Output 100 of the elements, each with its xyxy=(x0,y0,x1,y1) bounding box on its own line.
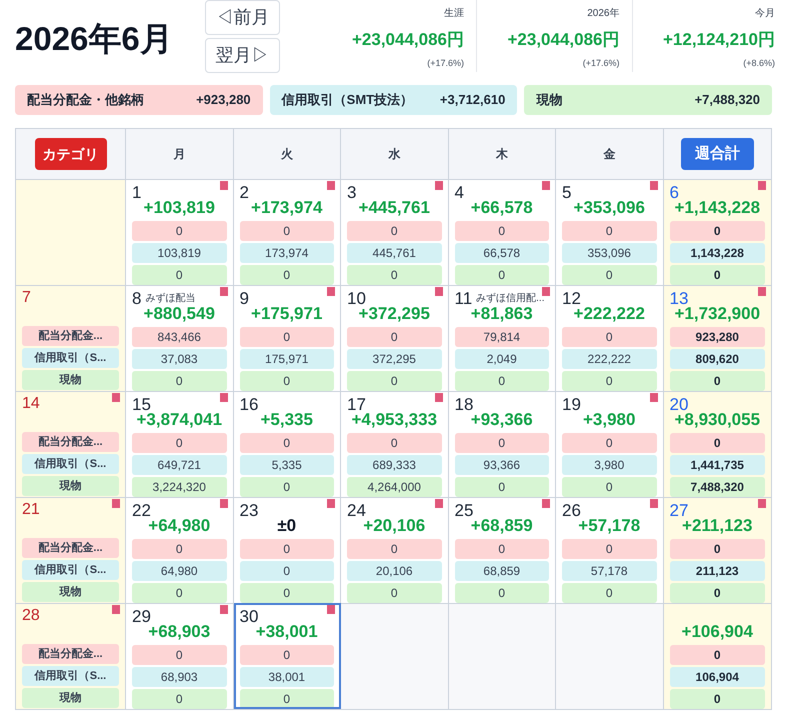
category-value: 0 xyxy=(347,371,442,391)
category-value: 0 xyxy=(670,645,765,665)
category-value: 0 xyxy=(347,433,442,453)
calendar-cell[interactable]: 26 +57,178 0 57,178 0 xyxy=(556,497,664,603)
month-nav-button[interactable]: 翌月▷ xyxy=(205,38,280,73)
category-value: 0 xyxy=(132,583,226,603)
calendar-cell[interactable]: 10 +372,295 0 372,295 0 xyxy=(341,285,448,391)
day-number: 23 xyxy=(240,502,258,520)
category-value: 7,488,320 xyxy=(670,477,765,497)
category-value: 0 xyxy=(562,221,656,241)
calendar-cell[interactable]: 18 +93,366 0 93,366 0 xyxy=(448,391,556,497)
category-value: 0 xyxy=(562,371,656,391)
day-number: 13 xyxy=(670,290,688,308)
category-value: 0 xyxy=(454,433,549,453)
weekly-total-button[interactable]: 週合計 xyxy=(680,138,754,170)
day-number: 15 xyxy=(132,396,151,414)
category-value: 4,264,000 xyxy=(347,477,442,497)
calendar-cell[interactable]: 8 みずほ配当 +880,549 843,466 37,083 0 xyxy=(126,285,234,391)
category-value: 0 xyxy=(670,265,765,285)
category-value: 20,106 xyxy=(347,561,442,581)
category-value: 0 xyxy=(240,689,334,709)
calendar-cell[interactable]: 16 +5,335 0 5,335 0 xyxy=(234,391,341,497)
day-number: 12 xyxy=(562,290,581,308)
calendar-cell[interactable]: 5 +353,096 0 353,096 0 xyxy=(556,179,664,285)
summary-percent: (+17.6%) xyxy=(582,56,620,70)
calendar-cell[interactable]: 15 +3,874,041 0 649,721 3,224,320 xyxy=(126,391,234,497)
calendar-cell[interactable]: 24 +20,106 0 20,106 0 xyxy=(341,497,448,603)
day-total: +64,980 xyxy=(147,517,212,537)
category-value: 0 xyxy=(240,645,334,665)
category-label: 信用取引（S... xyxy=(22,348,119,368)
day-number: 9 xyxy=(240,290,249,308)
category-value: 173,974 xyxy=(240,243,334,263)
calendar-cell[interactable]: 17 +4,953,333 0 689,333 4,264,000 xyxy=(341,391,448,497)
category-value: 0 xyxy=(670,539,765,559)
day-total: +57,178 xyxy=(578,517,642,537)
category-value: 37,083 xyxy=(132,349,226,369)
category-value: 5,335 xyxy=(240,455,334,475)
day-number: 5 xyxy=(562,184,572,202)
calendar-cell[interactable]: 25 +68,859 0 68,859 0 xyxy=(448,497,556,603)
day-total: +3,874,041 xyxy=(136,411,224,431)
category-value: 68,903 xyxy=(132,667,226,687)
calendar-cell[interactable]: 3 +445,761 0 445,761 0 xyxy=(341,179,448,285)
category-label: 配当分配金... xyxy=(22,644,119,664)
calendar-cell[interactable]: 9 +175,971 0 175,971 0 xyxy=(234,285,341,391)
day-total: +8,930,055 xyxy=(674,411,762,431)
day-total: +5,335 xyxy=(260,411,314,431)
category-value: 0 xyxy=(132,539,226,559)
category-value: 0 xyxy=(454,539,549,559)
category-button[interactable]: カテゴリ xyxy=(34,138,106,170)
category-label: 現物 xyxy=(536,91,562,110)
calendar-cell[interactable]: 22 +64,980 0 64,980 0 xyxy=(126,497,234,603)
category-value: 3,224,320 xyxy=(132,477,226,497)
category-value: 353,096 xyxy=(562,243,656,263)
category-label: 現物 xyxy=(22,476,119,496)
category-label: 配当分配金... xyxy=(22,538,119,558)
category-label: 現物 xyxy=(22,370,119,390)
summary-amount: +12,124,210円 xyxy=(662,29,775,51)
day-total: +106,904 xyxy=(680,623,754,643)
day-number: 6 xyxy=(670,184,679,202)
category-value: 0 xyxy=(670,371,765,391)
category-label: 信用取引（SMT技法） xyxy=(282,91,414,110)
day-number: 24 xyxy=(347,502,366,520)
category-value: 0 xyxy=(562,265,656,285)
category-value: 0 xyxy=(347,221,442,241)
day-number: 16 xyxy=(240,396,258,414)
category-value: 38,001 xyxy=(240,667,334,687)
category-value: 0 xyxy=(670,221,765,241)
day-number: 3 xyxy=(347,184,356,202)
summary-label: 2026年 xyxy=(587,7,620,21)
day-total: +372,295 xyxy=(358,305,431,325)
category-amount: +7,488,320 xyxy=(694,91,760,110)
category-value: 0 xyxy=(240,561,334,581)
category-label: 信用取引（S... xyxy=(22,666,119,686)
category-value: 0 xyxy=(562,433,656,453)
day-total: +93,366 xyxy=(470,411,534,431)
category-amount: +3,712,610 xyxy=(440,91,506,110)
category-value: 211,123 xyxy=(670,561,765,581)
weekday-header: 木 xyxy=(496,146,508,163)
category-value: 0 xyxy=(454,583,549,603)
category-value: 0 xyxy=(240,221,334,241)
calendar-cell[interactable]: 23 ±0 0 0 0 xyxy=(234,497,341,603)
calendar-cell[interactable]: 11 みずほ信用配... +81,863 79,814 2,049 0 xyxy=(448,285,556,391)
category-value: 0 xyxy=(670,583,765,603)
calendar-cell[interactable]: 4 +66,578 0 66,578 0 xyxy=(448,179,556,285)
calendar-cell[interactable]: 19 +3,980 0 3,980 0 xyxy=(556,391,664,497)
category-label: 現物 xyxy=(22,688,119,708)
calendar-cell[interactable]: 2 +173,974 0 173,974 0 xyxy=(234,179,341,285)
calendar-cell[interactable]: 1 +103,819 0 103,819 0 xyxy=(126,179,234,285)
calendar-cell[interactable]: 29 +68,903 0 68,903 0 xyxy=(126,603,234,709)
category-value: 445,761 xyxy=(347,243,442,263)
category-value: 0 xyxy=(347,583,442,603)
day-total: +68,859 xyxy=(470,517,534,537)
calendar-cell[interactable]: 12 +222,222 0 222,222 0 xyxy=(556,285,664,391)
category-value: 0 xyxy=(562,539,656,559)
month-nav-button[interactable]: ◁前月 xyxy=(205,0,280,35)
calendar-cell[interactable]: 30 +38,001 0 38,001 0 xyxy=(234,603,341,709)
day-total: +3,980 xyxy=(582,411,636,431)
day-number: 20 xyxy=(670,396,688,414)
category-value: 1,441,735 xyxy=(670,455,765,475)
day-number: 25 xyxy=(454,502,474,520)
